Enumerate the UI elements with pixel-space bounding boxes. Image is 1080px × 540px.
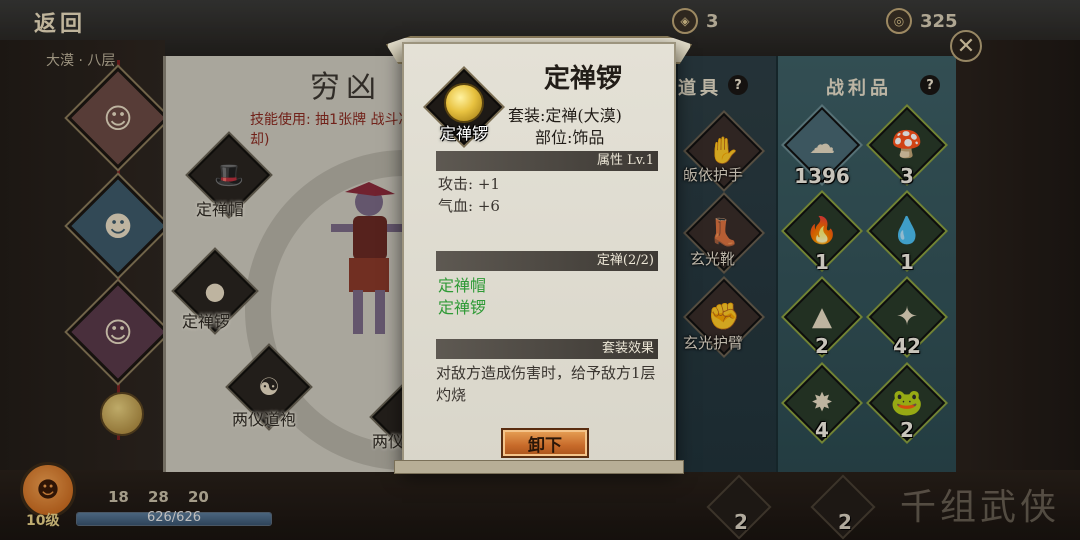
set-piece-1: 定禅帽 <box>438 276 487 295</box>
attr-health: 气血: +6 <box>438 197 500 215</box>
effect-section-header: 套装效果 <box>436 339 658 359</box>
popup-scroll-foot <box>394 460 684 474</box>
popup-part-line: 部位:饰品 <box>535 128 605 147</box>
attr-attack: 攻击: +1 <box>438 175 500 193</box>
popup-set-line: 套装:定禅(大漠) <box>508 106 622 125</box>
set-section-header: 定禅(2/2) <box>436 251 658 271</box>
popup-title: 定禅锣 <box>543 64 622 94</box>
popup-item-label: 定禅锣 <box>439 124 488 143</box>
set-piece-2: 定禅锣 <box>438 298 487 317</box>
attr-section-header: 属性 Lv.1 <box>436 151 658 171</box>
gong-icon <box>444 83 484 123</box>
unequip-button[interactable]: 卸下 <box>501 428 589 458</box>
set-effect-text: 对敌方造成伤害时，给予敌方1层灼烧 <box>436 364 656 404</box>
